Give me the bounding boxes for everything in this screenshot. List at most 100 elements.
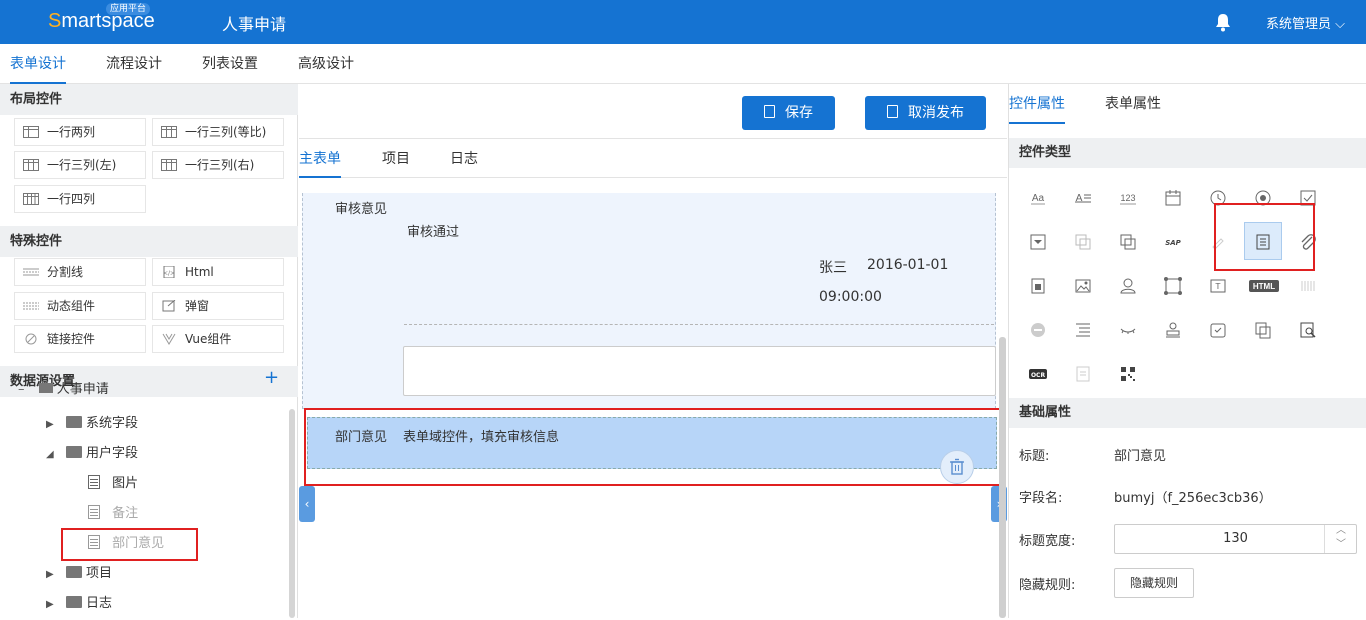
save-label: 保存 <box>785 105 813 121</box>
external-link-icon <box>162 300 176 312</box>
number-icon[interactable]: 123 <box>1118 188 1138 208</box>
tree-label: 图片 <box>112 476 139 491</box>
user-icon[interactable] <box>1118 276 1138 296</box>
add-datasource-icon[interactable]: + <box>264 369 279 387</box>
form-canvas: 保存 取消发布 主表单 项目 日志 审核意见 审核通过 张三 2016-01-0… <box>299 84 1007 618</box>
ocr-icon[interactable]: OCR <box>1028 364 1048 384</box>
table-icon <box>161 159 177 171</box>
tab-advanced-design[interactable]: 高级设计 <box>298 44 354 84</box>
stamp-icon[interactable] <box>1163 320 1183 340</box>
left-panel: 布局控件 一行两列 一行三列(等比) 一行三列(左) 一行三列(右) 一行四列 … <box>0 84 298 618</box>
tab-main-form[interactable]: 主表单 <box>299 139 341 178</box>
control-dynamic-component[interactable]: 动态组件 <box>14 292 146 320</box>
collapse-left-button[interactable]: ‹ <box>299 486 315 522</box>
dynamic-icon <box>23 302 39 310</box>
control-label: 链接控件 <box>47 332 96 346</box>
tab-control-props[interactable]: 控件属性 <box>1009 84 1065 124</box>
svg-text:T: T <box>1215 282 1221 291</box>
control-link[interactable]: 链接控件 <box>14 325 146 353</box>
tree-item-project[interactable]: ▶ 项目 <box>46 559 112 589</box>
control-vue-component[interactable]: Vue组件 <box>152 325 284 353</box>
hide-rules-button[interactable]: 隐藏规则 <box>1114 568 1194 598</box>
folder-icon <box>65 566 82 578</box>
multi-doc-icon[interactable] <box>1253 320 1273 340</box>
tree-item-system-fields[interactable]: ▶ 系统字段 <box>46 409 138 439</box>
divider-icon <box>23 268 39 276</box>
chevron-down-icon[interactable]: ﹀ <box>1336 531 1346 559</box>
prop-width-label: 标题宽度: <box>1019 534 1076 549</box>
save-button[interactable]: 保存 <box>742 96 835 130</box>
svg-text:</>: </> <box>163 270 175 277</box>
tree-root[interactable]: – 人事申请 <box>18 382 109 398</box>
qrcode-icon[interactable] <box>1118 364 1138 384</box>
sap-icon[interactable]: SAP <box>1163 232 1183 252</box>
tab-project[interactable]: 项目 <box>382 139 410 178</box>
page-icon <box>1073 364 1093 384</box>
tab-form-design[interactable]: 表单设计 <box>10 44 66 84</box>
html-icon[interactable]: HTML <box>1249 276 1279 296</box>
tree-label: 系统字段 <box>85 416 138 431</box>
prop-title-label: 标题: <box>1019 449 1050 464</box>
divider <box>404 324 994 325</box>
org-icon[interactable] <box>1163 276 1183 296</box>
dropdown-icon[interactable] <box>1028 232 1048 252</box>
label-icon[interactable]: T <box>1208 276 1228 296</box>
minus-circle-icon <box>1028 320 1048 340</box>
control-label: Vue组件 <box>185 332 232 346</box>
control-four-columns[interactable]: 一行四列 <box>14 185 146 213</box>
canvas-scrollbar[interactable] <box>999 337 1006 618</box>
title-width-input[interactable]: 130 ︿ ﹀ <box>1114 524 1357 554</box>
document-icon <box>764 105 775 118</box>
tab-log[interactable]: 日志 <box>450 139 478 178</box>
control-html[interactable]: </> Html <box>152 258 284 286</box>
unpublish-button[interactable]: 取消发布 <box>865 96 986 130</box>
number-stepper[interactable]: ︿ ﹀ <box>1324 525 1356 553</box>
delete-field-button[interactable] <box>940 450 974 484</box>
control-divider[interactable]: 分割线 <box>14 258 146 286</box>
review-label: 审核意见 <box>335 202 388 217</box>
left-scrollbar[interactable] <box>289 409 295 618</box>
document-icon[interactable] <box>1028 276 1048 296</box>
control-label: 动态组件 <box>47 299 96 313</box>
eye-closed-icon[interactable] <box>1118 320 1138 340</box>
review-comment-textarea[interactable] <box>403 346 996 396</box>
control-three-columns-equal[interactable]: 一行三列(等比) <box>152 118 284 146</box>
calendar-icon[interactable] <box>1163 188 1183 208</box>
title-width-value: 130 <box>1223 531 1248 546</box>
tree-root-label: 人事申请 <box>56 382 109 397</box>
control-label: Html <box>185 265 214 279</box>
highlight-box <box>1214 203 1315 271</box>
review-date: 2016-01-01 <box>867 257 949 273</box>
copy-icon <box>1073 232 1093 252</box>
main-tabs: 表单设计 流程设计 列表设置 高级设计 <box>0 44 1366 84</box>
subform-icon[interactable] <box>1118 232 1138 252</box>
caret-down-icon: ◢ <box>46 449 54 460</box>
control-popup[interactable]: 弹窗 <box>152 292 284 320</box>
image-icon[interactable] <box>1073 276 1093 296</box>
list-icon[interactable] <box>1073 320 1093 340</box>
control-three-columns-left[interactable]: 一行三列(左) <box>14 151 146 179</box>
tree-item-remark[interactable]: 备注 <box>88 499 138 529</box>
reviewer-name: 张三 <box>819 260 847 276</box>
tab-form-props[interactable]: 表单属性 <box>1105 84 1161 124</box>
control-three-columns-right[interactable]: 一行三列(右) <box>152 151 284 179</box>
review-time: 09:00:00 <box>819 289 882 305</box>
tab-flow-design[interactable]: 流程设计 <box>106 44 162 84</box>
tree-item-user-fields[interactable]: ◢ 用户字段 <box>46 439 138 469</box>
control-label: 分割线 <box>47 265 84 279</box>
user-menu[interactable]: 系统管理员 ⌵ <box>1266 13 1345 32</box>
text-icon[interactable]: Aa <box>1028 188 1048 208</box>
prop-field-label: 字段名: <box>1019 491 1063 506</box>
layout-controls-title: 布局控件 <box>0 84 298 115</box>
logo-badge: 应用平台 <box>106 3 151 15</box>
tree-label: 备注 <box>112 506 139 521</box>
approval-icon[interactable] <box>1208 320 1228 340</box>
tree-item-image[interactable]: 图片 <box>88 469 138 499</box>
textarea-icon[interactable]: A <box>1073 188 1093 208</box>
barcode-icon <box>1298 276 1318 296</box>
tab-list-settings[interactable]: 列表设置 <box>202 44 258 84</box>
tree-item-log[interactable]: ▶ 日志 <box>46 589 112 619</box>
search-doc-icon[interactable] <box>1298 320 1318 340</box>
bell-icon[interactable] <box>1214 12 1232 32</box>
control-two-columns[interactable]: 一行两列 <box>14 118 146 146</box>
